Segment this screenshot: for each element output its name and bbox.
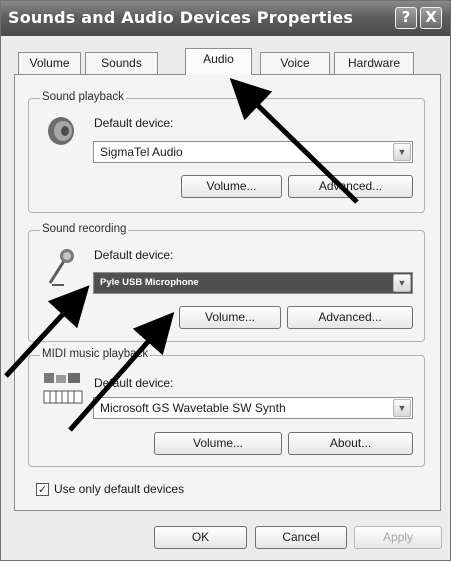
tab-hardware[interactable]: Hardware	[334, 52, 414, 74]
chevron-down-icon[interactable]: ▼	[393, 274, 411, 292]
window-title: Sounds and Audio Devices Properties	[8, 8, 354, 27]
playback-default-label: Default device:	[94, 116, 174, 130]
use-default-checkbox[interactable]: ✓	[36, 483, 49, 496]
speaker-icon	[48, 117, 74, 145]
recording-device-select[interactable]: Pyle USB Microphone ▼	[93, 272, 413, 294]
midi-playback-legend: MIDI music playback	[40, 348, 151, 360]
recording-default-label: Default device:	[94, 248, 174, 262]
sound-recording-legend: Sound recording	[40, 223, 129, 235]
tab-sounds[interactable]: Sounds	[85, 52, 158, 74]
playback-device-value: SigmaTel Audio	[100, 145, 183, 159]
tab-volume[interactable]: Volume	[18, 52, 81, 74]
midi-volume-button[interactable]: Volume...	[154, 432, 282, 455]
playback-device-select[interactable]: SigmaTel Audio ▼	[93, 141, 413, 163]
midi-device-value: Microsoft GS Wavetable SW Synth	[100, 401, 286, 415]
microphone-icon	[48, 249, 74, 286]
use-default-label: Use only default devices	[54, 482, 185, 496]
chevron-down-icon[interactable]: ▼	[393, 399, 411, 417]
midi-keyboard-icon	[43, 373, 83, 404]
playback-advanced-button[interactable]: Advanced...	[288, 175, 413, 198]
close-button[interactable]: X	[420, 7, 442, 29]
sound-playback-legend: Sound playback	[40, 91, 126, 103]
tab-audio[interactable]: Audio	[185, 48, 252, 75]
midi-default-label: Default device:	[94, 376, 174, 390]
cancel-button[interactable]: Cancel	[255, 526, 347, 549]
help-button[interactable]: ?	[395, 7, 417, 29]
chevron-down-icon[interactable]: ▼	[393, 143, 411, 161]
title-bar[interactable]: Sounds and Audio Devices Properties ? X	[1, 1, 450, 36]
recording-device-value: Pyle USB Microphone	[100, 277, 199, 288]
apply-button[interactable]: Apply	[354, 526, 442, 549]
ok-button[interactable]: OK	[154, 526, 247, 549]
midi-about-button[interactable]: About...	[288, 432, 413, 455]
recording-volume-button[interactable]: Volume...	[179, 306, 281, 329]
playback-volume-button[interactable]: Volume...	[181, 175, 282, 198]
tab-voice[interactable]: Voice	[260, 52, 330, 74]
recording-advanced-button[interactable]: Advanced...	[287, 306, 413, 329]
midi-device-select[interactable]: Microsoft GS Wavetable SW Synth ▼	[93, 397, 413, 419]
